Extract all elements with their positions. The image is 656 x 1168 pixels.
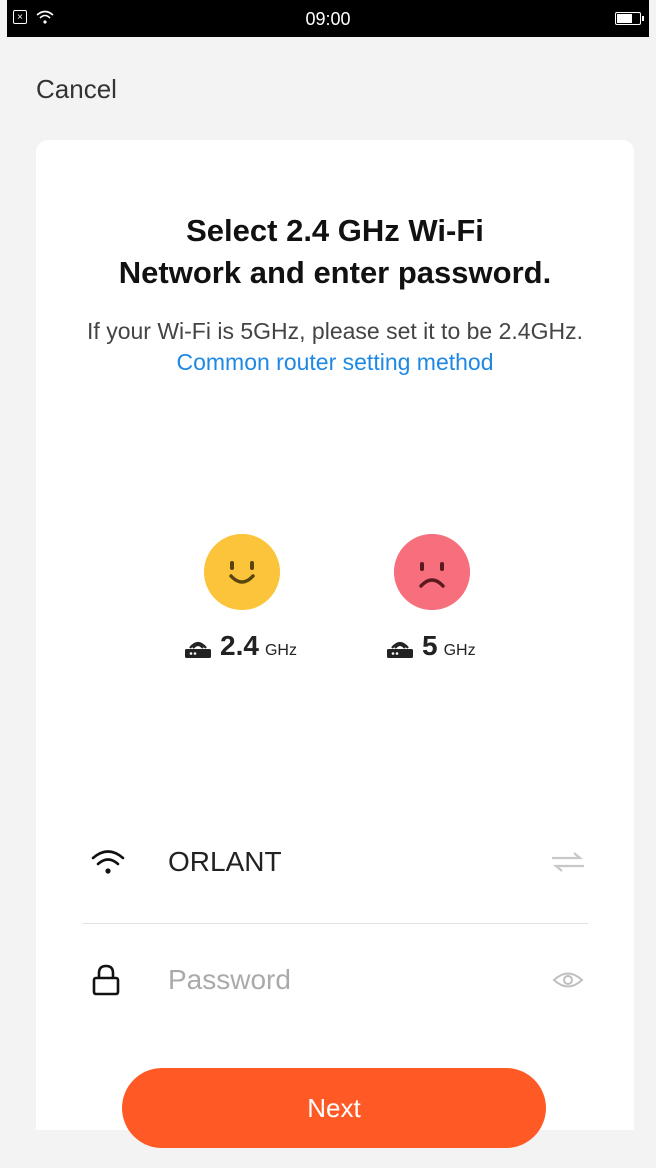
band-unit: GHz [443,642,476,659]
page-title: Select 2.4 GHz Wi-Fi Network and enter p… [36,210,634,294]
router-icon [185,641,211,658]
sad-face-icon [394,534,470,610]
password-field[interactable] [168,964,548,996]
band-unit: GHz [264,642,297,659]
status-time: 09:00 [305,9,351,29]
lock-icon [92,964,120,996]
title-line-1: Select 2.4 GHz Wi-Fi [186,213,484,248]
switch-network-icon[interactable] [548,850,588,874]
subtitle-text: If your Wi-Fi is 5GHz, please set it to … [87,318,583,344]
ssid-row[interactable]: ORLANT [82,822,588,902]
status-bar: × 09:00 [7,0,649,37]
ssid-value: ORLANT [168,846,282,877]
band-5ghz: 5 GHz [384,632,476,660]
password-row [82,940,588,1020]
wifi-icon [91,850,125,874]
cancel-button[interactable]: Cancel [36,74,117,105]
field-divider [82,923,588,924]
wifi-setup-card: Select 2.4 GHz Wi-Fi Network and enter p… [36,140,634,1148]
router-icon [387,641,413,658]
band-number: 2.4 [220,630,259,661]
band-number: 5 [422,630,438,661]
eye-icon[interactable] [548,969,588,991]
happy-face-icon [204,534,280,610]
next-button[interactable]: Next [122,1068,546,1148]
router-setting-link[interactable]: Common router setting method [176,349,493,375]
title-line-2: Network and enter password. [118,255,552,290]
band-2-4ghz: 2.4 GHz [182,632,297,660]
subtitle: If your Wi-Fi is 5GHz, please set it to … [76,316,594,378]
battery-icon [615,12,644,25]
